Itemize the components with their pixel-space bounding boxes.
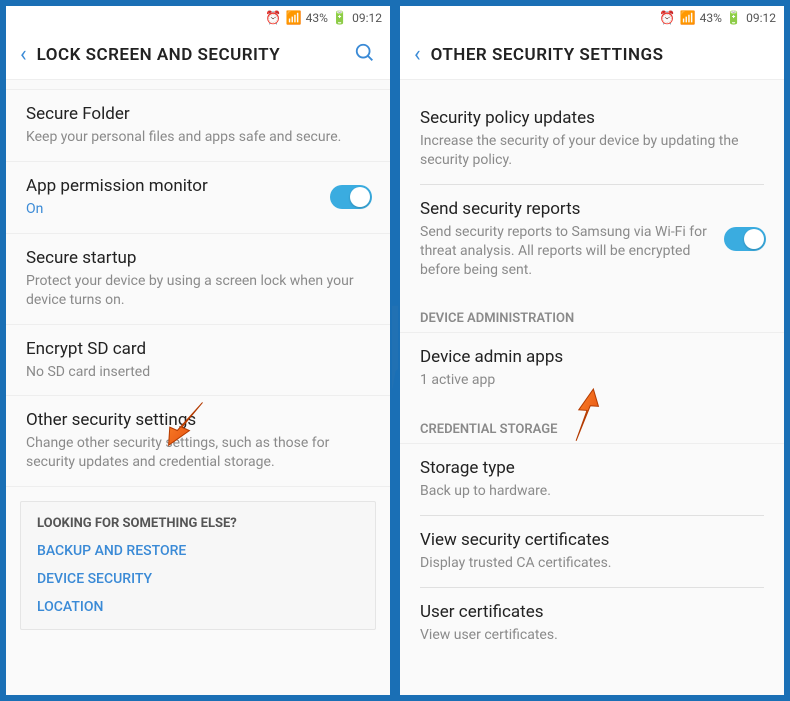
toggle-app-permission[interactable] xyxy=(330,185,372,209)
alarm-icon: ⏰ xyxy=(265,11,281,26)
item-sub: Keep your personal files and apps safe a… xyxy=(26,128,370,147)
item-title: Storage type xyxy=(420,458,764,478)
item-device-admin-apps[interactable]: Device admin apps 1 active app xyxy=(400,333,784,404)
page-title: LOCK SCREEN AND SECURITY xyxy=(37,45,350,65)
status-bar: ⏰ 📶 43% 🔋 09:12 xyxy=(6,6,390,30)
alarm-icon: ⏰ xyxy=(659,11,675,26)
settings-list: Security policy updates Increase the sec… xyxy=(400,80,784,695)
item-view-security-certificates[interactable]: View security certificates Display trust… xyxy=(400,516,784,587)
item-title: Other security settings xyxy=(26,410,370,430)
battery-pct: 43% xyxy=(700,11,722,25)
item-title: Secure startup xyxy=(26,248,370,268)
item-user-certificates[interactable]: User certificates View user certificates… xyxy=(400,588,784,659)
back-button[interactable]: ‹ xyxy=(410,42,431,67)
toggle-send-reports[interactable] xyxy=(724,227,766,251)
battery-pct: 43% xyxy=(306,11,328,25)
item-title: User certificates xyxy=(420,602,764,622)
item-sub: On xyxy=(26,200,320,219)
item-security-policy-updates[interactable]: Security policy updates Increase the sec… xyxy=(400,94,784,184)
related-links-head: LOOKING FOR SOMETHING ELSE? xyxy=(37,516,359,531)
item-sub: No SD card inserted xyxy=(26,363,370,382)
item-sub: View user certificates. xyxy=(420,626,764,645)
link-device-security[interactable]: DEVICE SECURITY xyxy=(37,571,359,587)
app-header: ‹ LOCK SCREEN AND SECURITY xyxy=(6,30,390,80)
item-title: Device admin apps xyxy=(420,347,764,367)
item-sub: Protect your device by using a screen lo… xyxy=(26,272,370,310)
item-title: View security certificates xyxy=(420,530,764,550)
related-links-card: LOOKING FOR SOMETHING ELSE? BACKUP AND R… xyxy=(20,501,376,630)
section-device-administration: DEVICE ADMINISTRATION xyxy=(400,293,784,333)
item-title: Encrypt SD card xyxy=(26,339,370,359)
clock: 09:12 xyxy=(352,11,382,25)
link-backup-restore[interactable]: BACKUP AND RESTORE xyxy=(37,543,359,559)
item-title: Secure Folder xyxy=(26,104,370,124)
item-sub: Change other security settings, such as … xyxy=(26,434,370,472)
battery-icon: 🔋 xyxy=(332,11,348,26)
item-encrypt-sd[interactable]: Encrypt SD card No SD card inserted xyxy=(6,325,390,397)
item-app-permission-monitor[interactable]: App permission monitor On xyxy=(6,162,390,234)
item-title: Send security reports xyxy=(420,199,714,219)
search-button[interactable] xyxy=(350,38,380,72)
page-title: OTHER SECURITY SETTINGS xyxy=(431,45,774,65)
item-sub: 1 active app xyxy=(420,371,764,390)
item-send-security-reports[interactable]: Send security reports Send security repo… xyxy=(400,185,784,294)
screens-container: ⏰ 📶 43% 🔋 09:12 ‹ LOCK SCREEN AND SECURI… xyxy=(0,0,790,701)
section-credential-storage: CREDENTIAL STORAGE xyxy=(400,404,784,444)
item-sub: Display trusted CA certificates. xyxy=(420,554,764,573)
link-location[interactable]: LOCATION xyxy=(37,599,359,615)
left-screen: ⏰ 📶 43% 🔋 09:12 ‹ LOCK SCREEN AND SECURI… xyxy=(4,4,392,697)
item-secure-startup[interactable]: Secure startup Protect your device by us… xyxy=(6,234,390,325)
signal-icon: 📶 xyxy=(679,11,695,26)
signal-icon: 📶 xyxy=(285,11,301,26)
item-storage-type[interactable]: Storage type Back up to hardware. xyxy=(400,444,784,515)
back-button[interactable]: ‹ xyxy=(16,42,37,67)
status-bar: ⏰ 📶 43% 🔋 09:12 xyxy=(400,6,784,30)
item-secure-folder[interactable]: Secure Folder Keep your personal files a… xyxy=(6,90,390,162)
search-icon xyxy=(354,42,376,64)
item-sub: Send security reports to Samsung via Wi-… xyxy=(420,223,714,280)
app-header: ‹ OTHER SECURITY SETTINGS xyxy=(400,30,784,80)
item-sub: Back up to hardware. xyxy=(420,482,764,501)
settings-list: Secure Folder Keep your personal files a… xyxy=(6,80,390,695)
item-sub: Increase the security of your device by … xyxy=(420,132,764,170)
clock: 09:12 xyxy=(746,11,776,25)
right-screen: ⏰ 📶 43% 🔋 09:12 ‹ OTHER SECURITY SETTING… xyxy=(398,4,786,697)
item-title: App permission monitor xyxy=(26,176,320,196)
item-title: Security policy updates xyxy=(420,108,764,128)
item-other-security-settings[interactable]: Other security settings Change other sec… xyxy=(6,396,390,487)
battery-icon: 🔋 xyxy=(726,11,742,26)
